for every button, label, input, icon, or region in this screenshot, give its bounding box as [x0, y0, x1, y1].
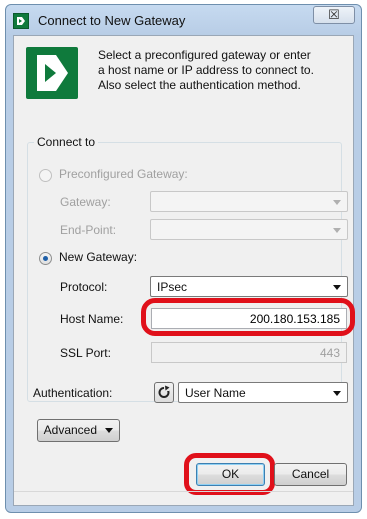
app-logo-icon: [13, 13, 29, 29]
ok-button-highlight: [184, 453, 275, 495]
advanced-button[interactable]: Advanced: [37, 419, 120, 442]
chevron-down-icon: [330, 387, 344, 399]
title-bar[interactable]: Connect to New Gateway ☒: [6, 5, 361, 35]
authentication-select[interactable]: User Name: [178, 382, 348, 403]
new-gateway-label: New Gateway:: [59, 250, 138, 264]
ssl-port-value: 443: [319, 346, 340, 360]
close-button[interactable]: ☒: [313, 6, 355, 24]
cancel-button-label: Cancel: [291, 467, 330, 481]
status-bar: [14, 491, 353, 506]
host-name-highlight: [141, 298, 355, 336]
intro-line: Also select the authentication method.: [98, 78, 301, 92]
gateway-label: Gateway:: [60, 195, 111, 209]
dialog-body: Select a preconfigured gateway or enter …: [13, 35, 355, 506]
cancel-button[interactable]: Cancel: [274, 463, 347, 486]
endpoint-label: End-Point:: [60, 223, 117, 237]
protocol-label: Protocol:: [60, 280, 108, 294]
ssl-port-input[interactable]: 443: [151, 342, 347, 363]
close-icon: ☒: [328, 7, 340, 22]
protocol-select-value: IPsec: [157, 280, 188, 294]
chevron-down-icon: [330, 224, 344, 236]
window-title: Connect to New Gateway: [38, 13, 186, 28]
host-name-label: Host Name:: [60, 312, 124, 326]
authentication-label: Authentication:: [33, 386, 113, 400]
protocol-select[interactable]: IPsec: [150, 276, 348, 297]
new-gateway-radio[interactable]: [39, 252, 52, 265]
refresh-icon: [158, 385, 170, 398]
connect-to-group: [27, 142, 342, 402]
authentication-select-value: User Name: [185, 386, 246, 400]
dialog-window: Connect to New Gateway ☒ Select a precon…: [5, 4, 362, 513]
gateway-logo-icon: [26, 47, 78, 99]
endpoint-select[interactable]: [150, 219, 348, 240]
intro-line: Select a preconfigured gateway or enter: [98, 48, 311, 62]
preconfigured-gateway-label: Preconfigured Gateway:: [59, 167, 188, 181]
chevron-down-icon: [330, 196, 344, 208]
chevron-down-icon: [330, 281, 344, 293]
intro-text: Select a preconfigured gateway or enter …: [98, 48, 348, 93]
advanced-button-label: Advanced: [43, 423, 98, 437]
chevron-down-icon: [105, 428, 114, 434]
preconfigured-gateway-radio[interactable]: [39, 169, 52, 182]
gateway-select[interactable]: [150, 191, 348, 212]
connect-to-group-title: Connect to: [34, 135, 99, 149]
intro-line: a host name or IP address to connect to.: [98, 63, 314, 77]
refresh-button[interactable]: [154, 382, 174, 403]
ssl-port-label: SSL Port:: [60, 346, 111, 360]
